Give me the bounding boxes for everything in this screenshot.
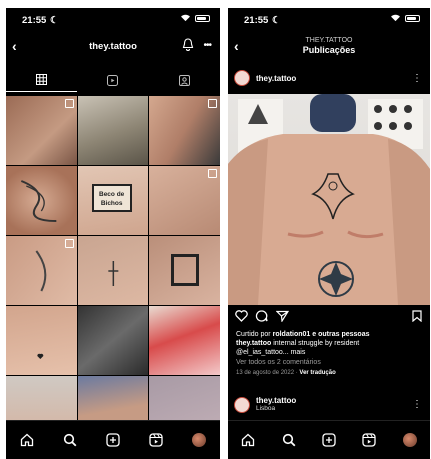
search-icon [64, 433, 77, 447]
translate-link[interactable]: Ver tradução [299, 370, 335, 376]
liked-others-link[interactable]: e outras pessoas [312, 331, 369, 338]
grid-post[interactable] [6, 96, 77, 165]
wifi-icon [391, 14, 400, 22]
battery-icon [195, 14, 210, 22]
next-post-header: they.tattoo Lisboa ⋮ [228, 392, 430, 418]
post-header: they.tattoo ⋮ [228, 66, 430, 92]
share-icon[interactable] [276, 310, 289, 322]
banner-text-2: Bichos [100, 200, 123, 207]
posts-grid: Beco de Bichos [6, 96, 220, 445]
next-post-location[interactable]: Lisboa [256, 405, 275, 412]
moon-icon: ☾ [50, 15, 59, 26]
nav-home[interactable] [239, 431, 257, 449]
comment-icon[interactable] [255, 310, 268, 322]
tattoo-flower-image [107, 261, 118, 286]
grid-post[interactable] [77, 96, 149, 165]
tab-tagged[interactable] [149, 68, 220, 92]
view-comments-link[interactable]: Ver todos os 2 comentários [236, 359, 321, 366]
add-post-icon [322, 433, 336, 447]
nav-profile[interactable] [190, 431, 208, 449]
more-options-button[interactable]: ••• [203, 40, 211, 51]
tattooed-torso-image [228, 94, 430, 305]
profile-screen: 21:55 ☾ ‹ they.tattoo ••• Beco de Bichos [6, 8, 220, 459]
wifi-icon [181, 14, 190, 22]
banner-tattoo: Beco de Bichos [91, 184, 132, 212]
account-label: THEY.TATTOO [305, 37, 353, 44]
grid-post[interactable] [149, 236, 220, 305]
caption-username[interactable]: they.tattoo [236, 340, 271, 347]
bell-icon[interactable] [182, 38, 194, 51]
post-photo[interactable] [228, 94, 430, 305]
profile-tabs [6, 68, 220, 92]
battery-icon [405, 14, 420, 22]
post-date: 13 de agosto de 2022 [236, 370, 295, 376]
carousel-icon [64, 99, 74, 108]
heart-icon[interactable] [235, 310, 248, 322]
nav-create[interactable] [320, 431, 338, 449]
tagged-icon [178, 74, 190, 86]
grid-icon [36, 74, 48, 85]
status-bar: 21:55 ☾ [6, 8, 220, 30]
status-time: 21:55 [244, 15, 269, 26]
grid-post[interactable] [149, 306, 220, 375]
grid-post[interactable] [77, 236, 149, 305]
bottom-nav [228, 420, 430, 459]
status-time: 21:55 [22, 15, 47, 26]
liked-prefix: Curtido por [236, 331, 271, 338]
reels-icon [107, 74, 119, 86]
status-bar: 21:55 ☾ [228, 8, 430, 30]
nav-home[interactable] [18, 431, 36, 449]
nav-search[interactable] [61, 431, 79, 449]
liked-user-link[interactable]: roldation01 [273, 331, 311, 338]
nav-reels[interactable] [147, 431, 165, 449]
bottom-nav [6, 420, 220, 459]
tattoo-lines-image [20, 180, 57, 222]
tab-grid[interactable] [6, 68, 78, 92]
tab-reels[interactable] [77, 68, 148, 92]
home-icon [21, 433, 34, 447]
carousel-icon [207, 169, 217, 178]
page-title: Publicações [302, 45, 356, 55]
banner-text-1: Beco de [99, 191, 125, 198]
bookmark-icon[interactable] [412, 310, 422, 322]
grid-post[interactable]: Beco de Bichos [77, 166, 149, 235]
post-caption: Curtido por roldation01 e outras pessoas… [236, 331, 370, 376]
more-options-button[interactable]: ⋮ [412, 399, 422, 410]
grid-post[interactable] [6, 236, 77, 305]
reels-icon [362, 433, 377, 447]
home-icon [242, 433, 255, 447]
search-icon [282, 433, 296, 447]
add-post-icon [106, 433, 120, 447]
avatar [191, 433, 206, 447]
tattoo-heart-image [37, 353, 44, 359]
avatar[interactable] [234, 70, 250, 86]
nav-create[interactable] [104, 431, 122, 449]
nav-reels[interactable] [360, 431, 378, 449]
grid-post[interactable] [149, 166, 220, 235]
tattoo-glyph-image [171, 254, 200, 286]
caption-more-link[interactable]: @el_ias_tattoo... mais [236, 349, 305, 356]
tattoo-horn-image [35, 250, 47, 292]
avatar [402, 433, 417, 447]
nav-profile[interactable] [401, 431, 419, 449]
grid-post[interactable] [77, 306, 149, 375]
grid-post[interactable] [6, 306, 77, 375]
carousel-icon [207, 99, 217, 108]
avatar[interactable] [234, 397, 250, 413]
grid-post[interactable] [149, 96, 220, 165]
grid-post[interactable] [6, 166, 77, 235]
post-username[interactable]: they.tattoo [256, 74, 296, 83]
moon-icon: ☾ [272, 15, 281, 26]
more-options-button[interactable]: ⋮ [412, 73, 422, 84]
caption-text: internal struggle by resident [273, 340, 360, 347]
reels-icon [149, 433, 163, 447]
next-post-username[interactable]: they.tattoo [256, 396, 296, 405]
post-actions [228, 310, 430, 326]
nav-search[interactable] [280, 431, 298, 449]
post-screen: 21:55 ☾ ‹ THEY.TATTOO Publicações they.t… [228, 8, 430, 459]
